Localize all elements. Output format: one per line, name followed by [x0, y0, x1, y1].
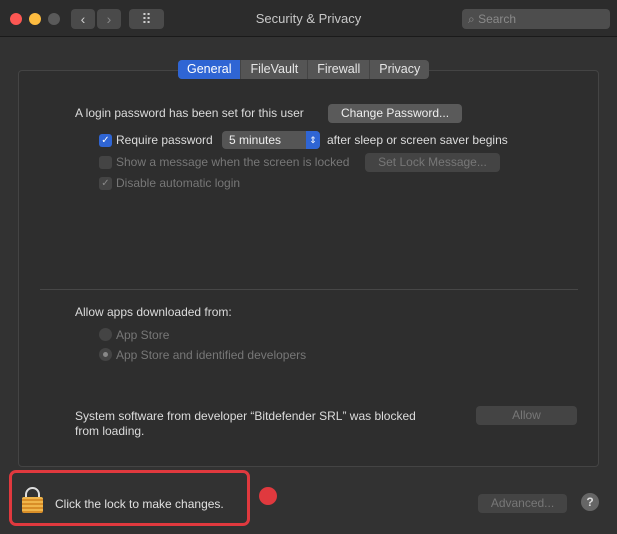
help-button[interactable]: ? — [581, 493, 599, 511]
radio-identified-developers-label: App Store and identified developers — [116, 348, 307, 362]
search-icon: ⌕ — [468, 12, 479, 26]
tab-general[interactable]: General — [178, 60, 242, 79]
radio-identified-developers[interactable] — [99, 348, 112, 361]
blocked-text-line1: System software from developer “Bitdefen… — [75, 409, 416, 423]
radio-app-store-label: App Store — [116, 328, 170, 342]
advanced-button[interactable]: Advanced... — [478, 494, 567, 513]
login-password-text: A login password has been set for this u… — [75, 106, 304, 120]
show-message-checkbox[interactable] — [99, 156, 112, 169]
tab-bar: General FileVault Firewall Privacy — [178, 60, 430, 79]
set-lock-message-button[interactable]: Set Lock Message... — [365, 153, 500, 172]
search-input[interactable]: ⌕ Search — [462, 9, 610, 29]
disable-auto-login-label: Disable automatic login — [116, 176, 241, 190]
delay-value: 5 minutes — [229, 133, 282, 147]
search-placeholder: Search — [478, 12, 517, 26]
allow-button[interactable]: Allow — [476, 406, 577, 425]
blocked-text-line2: from loading. — [75, 424, 145, 438]
require-password-checkbox[interactable]: ✓ — [99, 134, 112, 147]
tab-firewall[interactable]: Firewall — [308, 60, 371, 79]
disable-auto-login-checkbox[interactable]: ✓ — [99, 177, 112, 190]
stepper-arrows-icon: ⇕ — [306, 131, 320, 149]
delay-select[interactable]: 5 minutes ⇕ — [222, 131, 320, 149]
lock-message: Click the lock to make changes. — [55, 497, 224, 511]
after-sleep-text: after sleep or screen saver begins — [327, 133, 508, 147]
radio-app-store[interactable] — [99, 328, 112, 341]
allow-apps-label: Allow apps downloaded from: — [75, 305, 232, 319]
tab-privacy[interactable]: Privacy — [370, 60, 429, 79]
require-password-label: Require password — [116, 133, 213, 147]
show-message-label: Show a message when the screen is locked — [116, 155, 350, 169]
tab-filevault[interactable]: FileVault — [241, 60, 309, 79]
divider — [40, 289, 578, 290]
lock-icon[interactable] — [22, 487, 43, 513]
red-dot-marker — [259, 487, 277, 505]
change-password-button[interactable]: Change Password... — [328, 104, 462, 123]
